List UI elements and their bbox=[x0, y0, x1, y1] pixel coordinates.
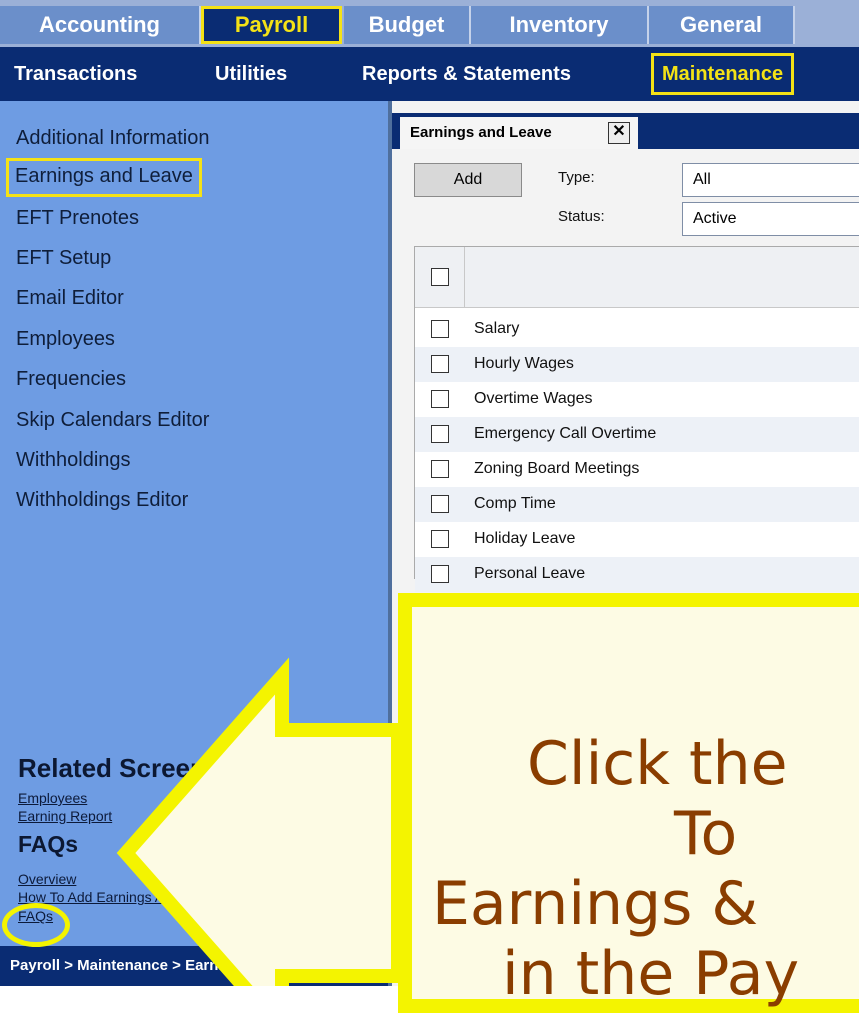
nav-maintenance[interactable]: Maintenance bbox=[651, 53, 795, 95]
table-row[interactable]: Holiday Leave bbox=[415, 522, 859, 557]
row-checkbox[interactable] bbox=[431, 460, 449, 478]
document-tab-label: Earnings and Leave bbox=[410, 124, 552, 141]
sidebar-item-eft-setup[interactable]: EFT Setup bbox=[16, 247, 111, 270]
callout-line: To bbox=[674, 799, 738, 869]
nav-transactions[interactable]: Transactions bbox=[14, 47, 137, 101]
tab-inventory[interactable]: Inventory bbox=[471, 6, 649, 44]
tab-budget[interactable]: Budget bbox=[344, 6, 471, 44]
row-checkbox[interactable] bbox=[431, 390, 449, 408]
close-icon[interactable]: ✕ bbox=[608, 122, 630, 144]
sidebar-item-skip-calendars-editor[interactable]: Skip Calendars Editor bbox=[16, 409, 209, 432]
sidebar-item-withholdings-editor[interactable]: Withholdings Editor bbox=[16, 489, 188, 512]
section-nav-bar: Transactions Utilities Reports & Stateme… bbox=[0, 47, 859, 101]
select-all-checkbox[interactable] bbox=[431, 268, 449, 286]
row-checkbox[interactable] bbox=[431, 565, 449, 583]
sidebar-item-employees[interactable]: Employees bbox=[16, 328, 115, 351]
row-checkbox[interactable] bbox=[431, 530, 449, 548]
faq-link-overview[interactable]: Overview bbox=[18, 871, 76, 887]
faq-highlight-circle bbox=[2, 903, 70, 947]
tab-accounting[interactable]: Accounting bbox=[0, 6, 201, 44]
status-select[interactable]: Active bbox=[682, 202, 859, 236]
nav-reports-statements[interactable]: Reports & Statements bbox=[362, 47, 571, 101]
callout-line: Click the bbox=[527, 729, 788, 799]
sidebar-item-earnings-and-leave[interactable]: Earnings and Leave bbox=[6, 158, 202, 197]
faqs-heading: FAQs bbox=[18, 831, 79, 857]
status-label: Status: bbox=[558, 208, 605, 225]
nav-utilities[interactable]: Utilities bbox=[215, 47, 287, 101]
callout-line: Earnings & bbox=[432, 869, 759, 939]
sidebar: Additional Information Earnings and Leav… bbox=[0, 101, 388, 986]
document-tab-earnings-and-leave[interactable]: Earnings and Leave ✕ bbox=[400, 117, 638, 149]
table-row[interactable]: Emergency Call Overtime bbox=[415, 417, 859, 452]
type-select[interactable]: All bbox=[682, 163, 859, 197]
row-label: Hourly Wages bbox=[474, 355, 574, 372]
add-button[interactable]: Add bbox=[414, 163, 522, 197]
row-checkbox[interactable] bbox=[431, 355, 449, 373]
sidebar-item-frequencies[interactable]: Frequencies bbox=[16, 368, 126, 391]
related-link-employees[interactable]: Employees bbox=[18, 790, 87, 806]
row-label: Emergency Call Overtime bbox=[474, 425, 657, 442]
sidebar-item-eft-prenotes[interactable]: EFT Prenotes bbox=[16, 207, 139, 230]
related-link-earning-report[interactable]: Earning Report bbox=[18, 808, 112, 824]
breadcrumb: Payroll > Maintenance > Earnings and Lea… bbox=[0, 946, 388, 986]
row-label: Overtime Wages bbox=[474, 390, 593, 407]
row-label: Holiday Leave bbox=[474, 530, 576, 547]
row-checkbox[interactable] bbox=[431, 320, 449, 338]
sidebar-item-additional-information[interactable]: Additional Information bbox=[16, 127, 209, 150]
row-label: Comp Time bbox=[474, 495, 556, 512]
table-row[interactable]: Comp Time bbox=[415, 487, 859, 522]
row-checkbox[interactable] bbox=[431, 425, 449, 443]
row-label: Salary bbox=[474, 320, 520, 337]
row-label: Zoning Board Meetings bbox=[474, 460, 640, 477]
sidebar-item-email-editor[interactable]: Email Editor bbox=[16, 287, 124, 310]
grid-header bbox=[415, 247, 859, 308]
callout-line: in the Pay bbox=[502, 939, 800, 1009]
row-label: Personal Leave bbox=[474, 565, 586, 582]
column-separator bbox=[464, 247, 465, 307]
sidebar-item-withholdings[interactable]: Withholdings bbox=[16, 449, 131, 472]
table-row[interactable]: Hourly Wages bbox=[415, 347, 859, 382]
module-tab-bar: Accounting Payroll Budget Inventory Gene… bbox=[0, 0, 859, 47]
tutorial-callout: Click the To Earnings & in the Pay bbox=[398, 593, 859, 1013]
tab-general[interactable]: General bbox=[649, 6, 795, 44]
document-tab-strip: Earnings and Leave ✕ bbox=[392, 113, 859, 149]
type-label: Type: bbox=[558, 169, 595, 186]
table-row[interactable]: Personal Leave bbox=[415, 557, 859, 592]
table-row[interactable]: Salary bbox=[415, 312, 859, 347]
earnings-grid: Salary Hourly Wages Overtime Wages Emerg… bbox=[414, 246, 859, 592]
table-row[interactable]: Overtime Wages bbox=[415, 382, 859, 417]
table-row[interactable]: Zoning Board Meetings bbox=[415, 452, 859, 487]
related-screens-heading: Related Screens bbox=[18, 753, 221, 783]
tab-payroll[interactable]: Payroll bbox=[201, 6, 342, 44]
row-checkbox[interactable] bbox=[431, 495, 449, 513]
